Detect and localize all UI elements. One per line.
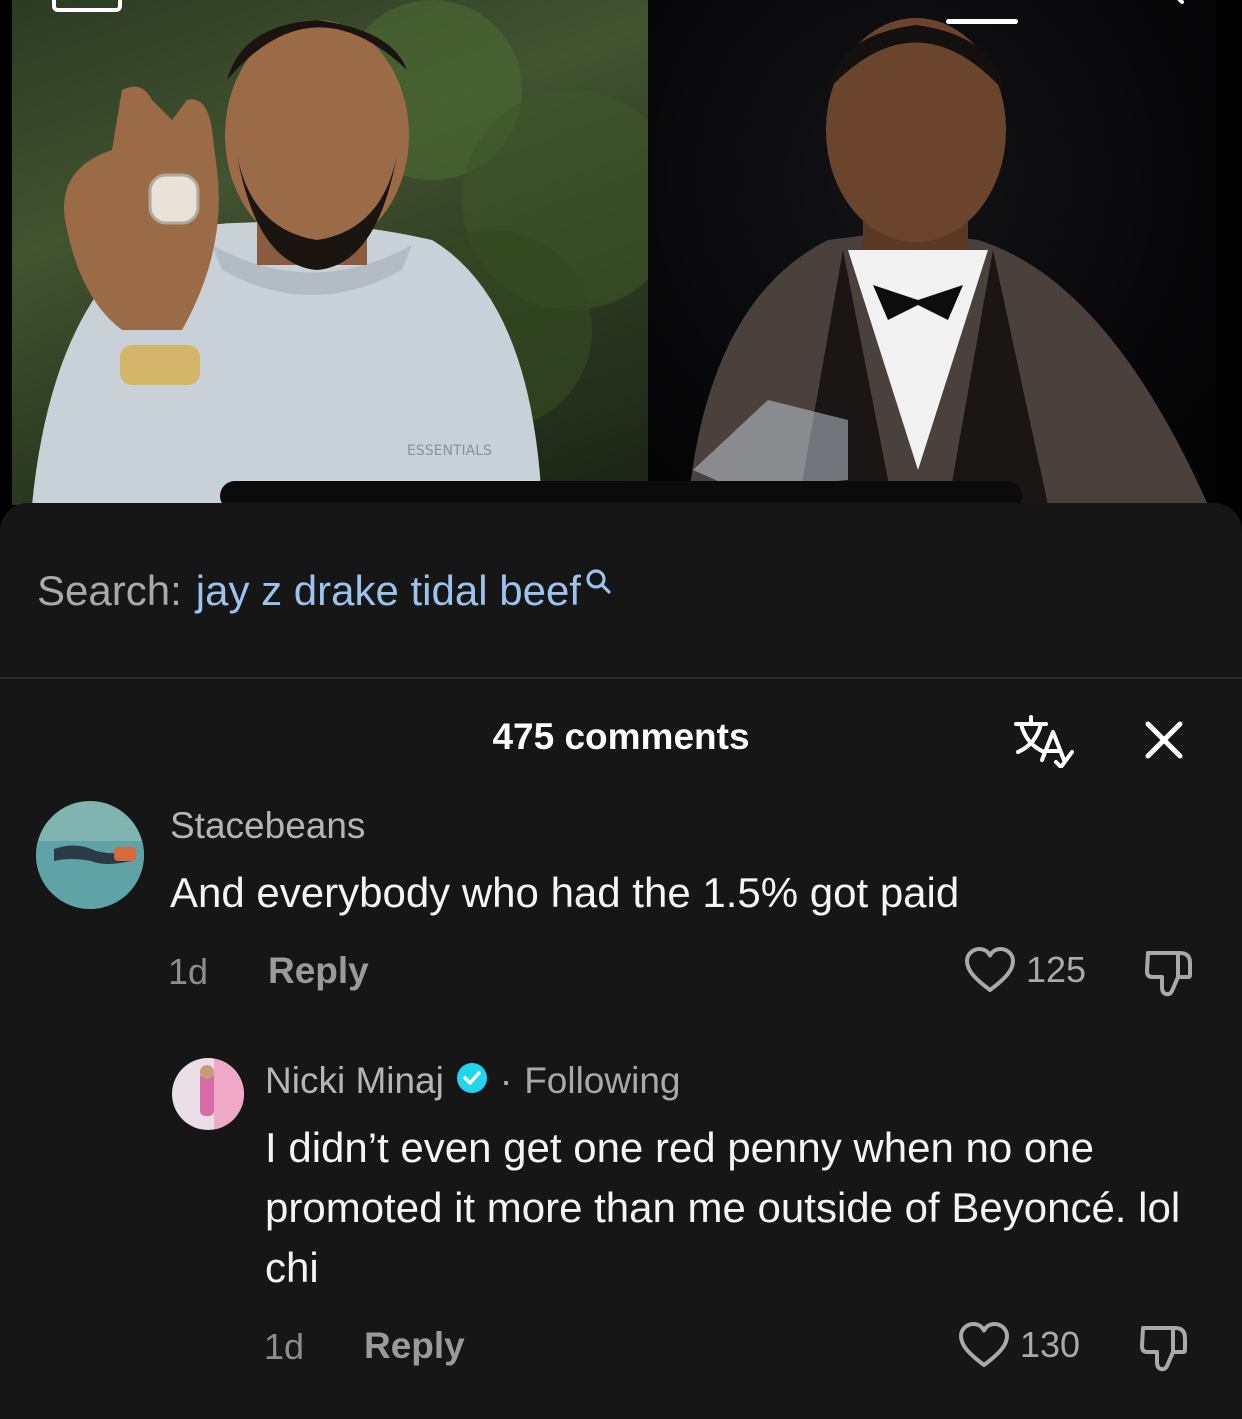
avatar-image <box>172 1058 244 1130</box>
separator-dot: · <box>499 1060 513 1101</box>
verified-icon <box>456 1063 487 1093</box>
avatar[interactable] <box>36 801 144 909</box>
translate-icon[interactable] <box>1012 714 1074 768</box>
man-in-tuxedo-illustration <box>688 18 1208 505</box>
like-button[interactable]: 125 <box>964 946 1086 994</box>
search-icon[interactable] <box>583 567 613 597</box>
video-frame-left-photo: ESSENTIALS <box>12 0 648 505</box>
comment-author-line: Nicki Minaj · Following <box>265 1060 680 1102</box>
search-suggestion[interactable]: Search: jay z drake tidal beef <box>37 563 613 619</box>
comment-text: And everybody who had the 1.5% got paid <box>170 869 960 916</box>
reply-button[interactable]: Reply <box>268 950 369 992</box>
tab-indicator <box>946 19 1018 24</box>
avatar-image <box>36 801 144 909</box>
divider <box>0 677 1242 679</box>
search-label: Search: <box>37 567 182 614</box>
video-player[interactable]: ESSENTIALS <box>0 0 1242 530</box>
comment-text: I didn’t even get one red penny when no … <box>265 1124 1181 1291</box>
close-icon[interactable] <box>1144 720 1184 760</box>
video-frame-right-photo <box>648 0 1216 505</box>
man-in-hoodie-illustration: ESSENTIALS <box>32 0 648 505</box>
heart-icon <box>965 947 1015 992</box>
like-button[interactable]: 130 <box>958 1321 1080 1369</box>
dislike-icon[interactable] <box>1137 1322 1191 1374</box>
svg-text:ESSENTIALS: ESSENTIALS <box>407 443 492 459</box>
top-search-icon[interactable] <box>1162 0 1186 8</box>
comment-username[interactable]: Stacebeans <box>170 805 365 847</box>
heart-icon <box>959 1322 1009 1367</box>
comment-age: 1d <box>264 1326 305 1367</box>
comment-username[interactable]: Nicki Minaj <box>265 1060 444 1102</box>
top-left-icon[interactable] <box>52 0 122 12</box>
reply-button[interactable]: Reply <box>364 1325 465 1367</box>
comment-age: 1d <box>168 951 209 992</box>
like-count: 125 <box>1026 949 1087 990</box>
avatar[interactable] <box>172 1058 244 1130</box>
search-term[interactable]: jay z drake tidal beef <box>196 567 581 615</box>
following-status: Following <box>524 1060 681 1101</box>
dislike-icon[interactable] <box>1142 947 1196 999</box>
like-count: 130 <box>1020 1324 1081 1365</box>
